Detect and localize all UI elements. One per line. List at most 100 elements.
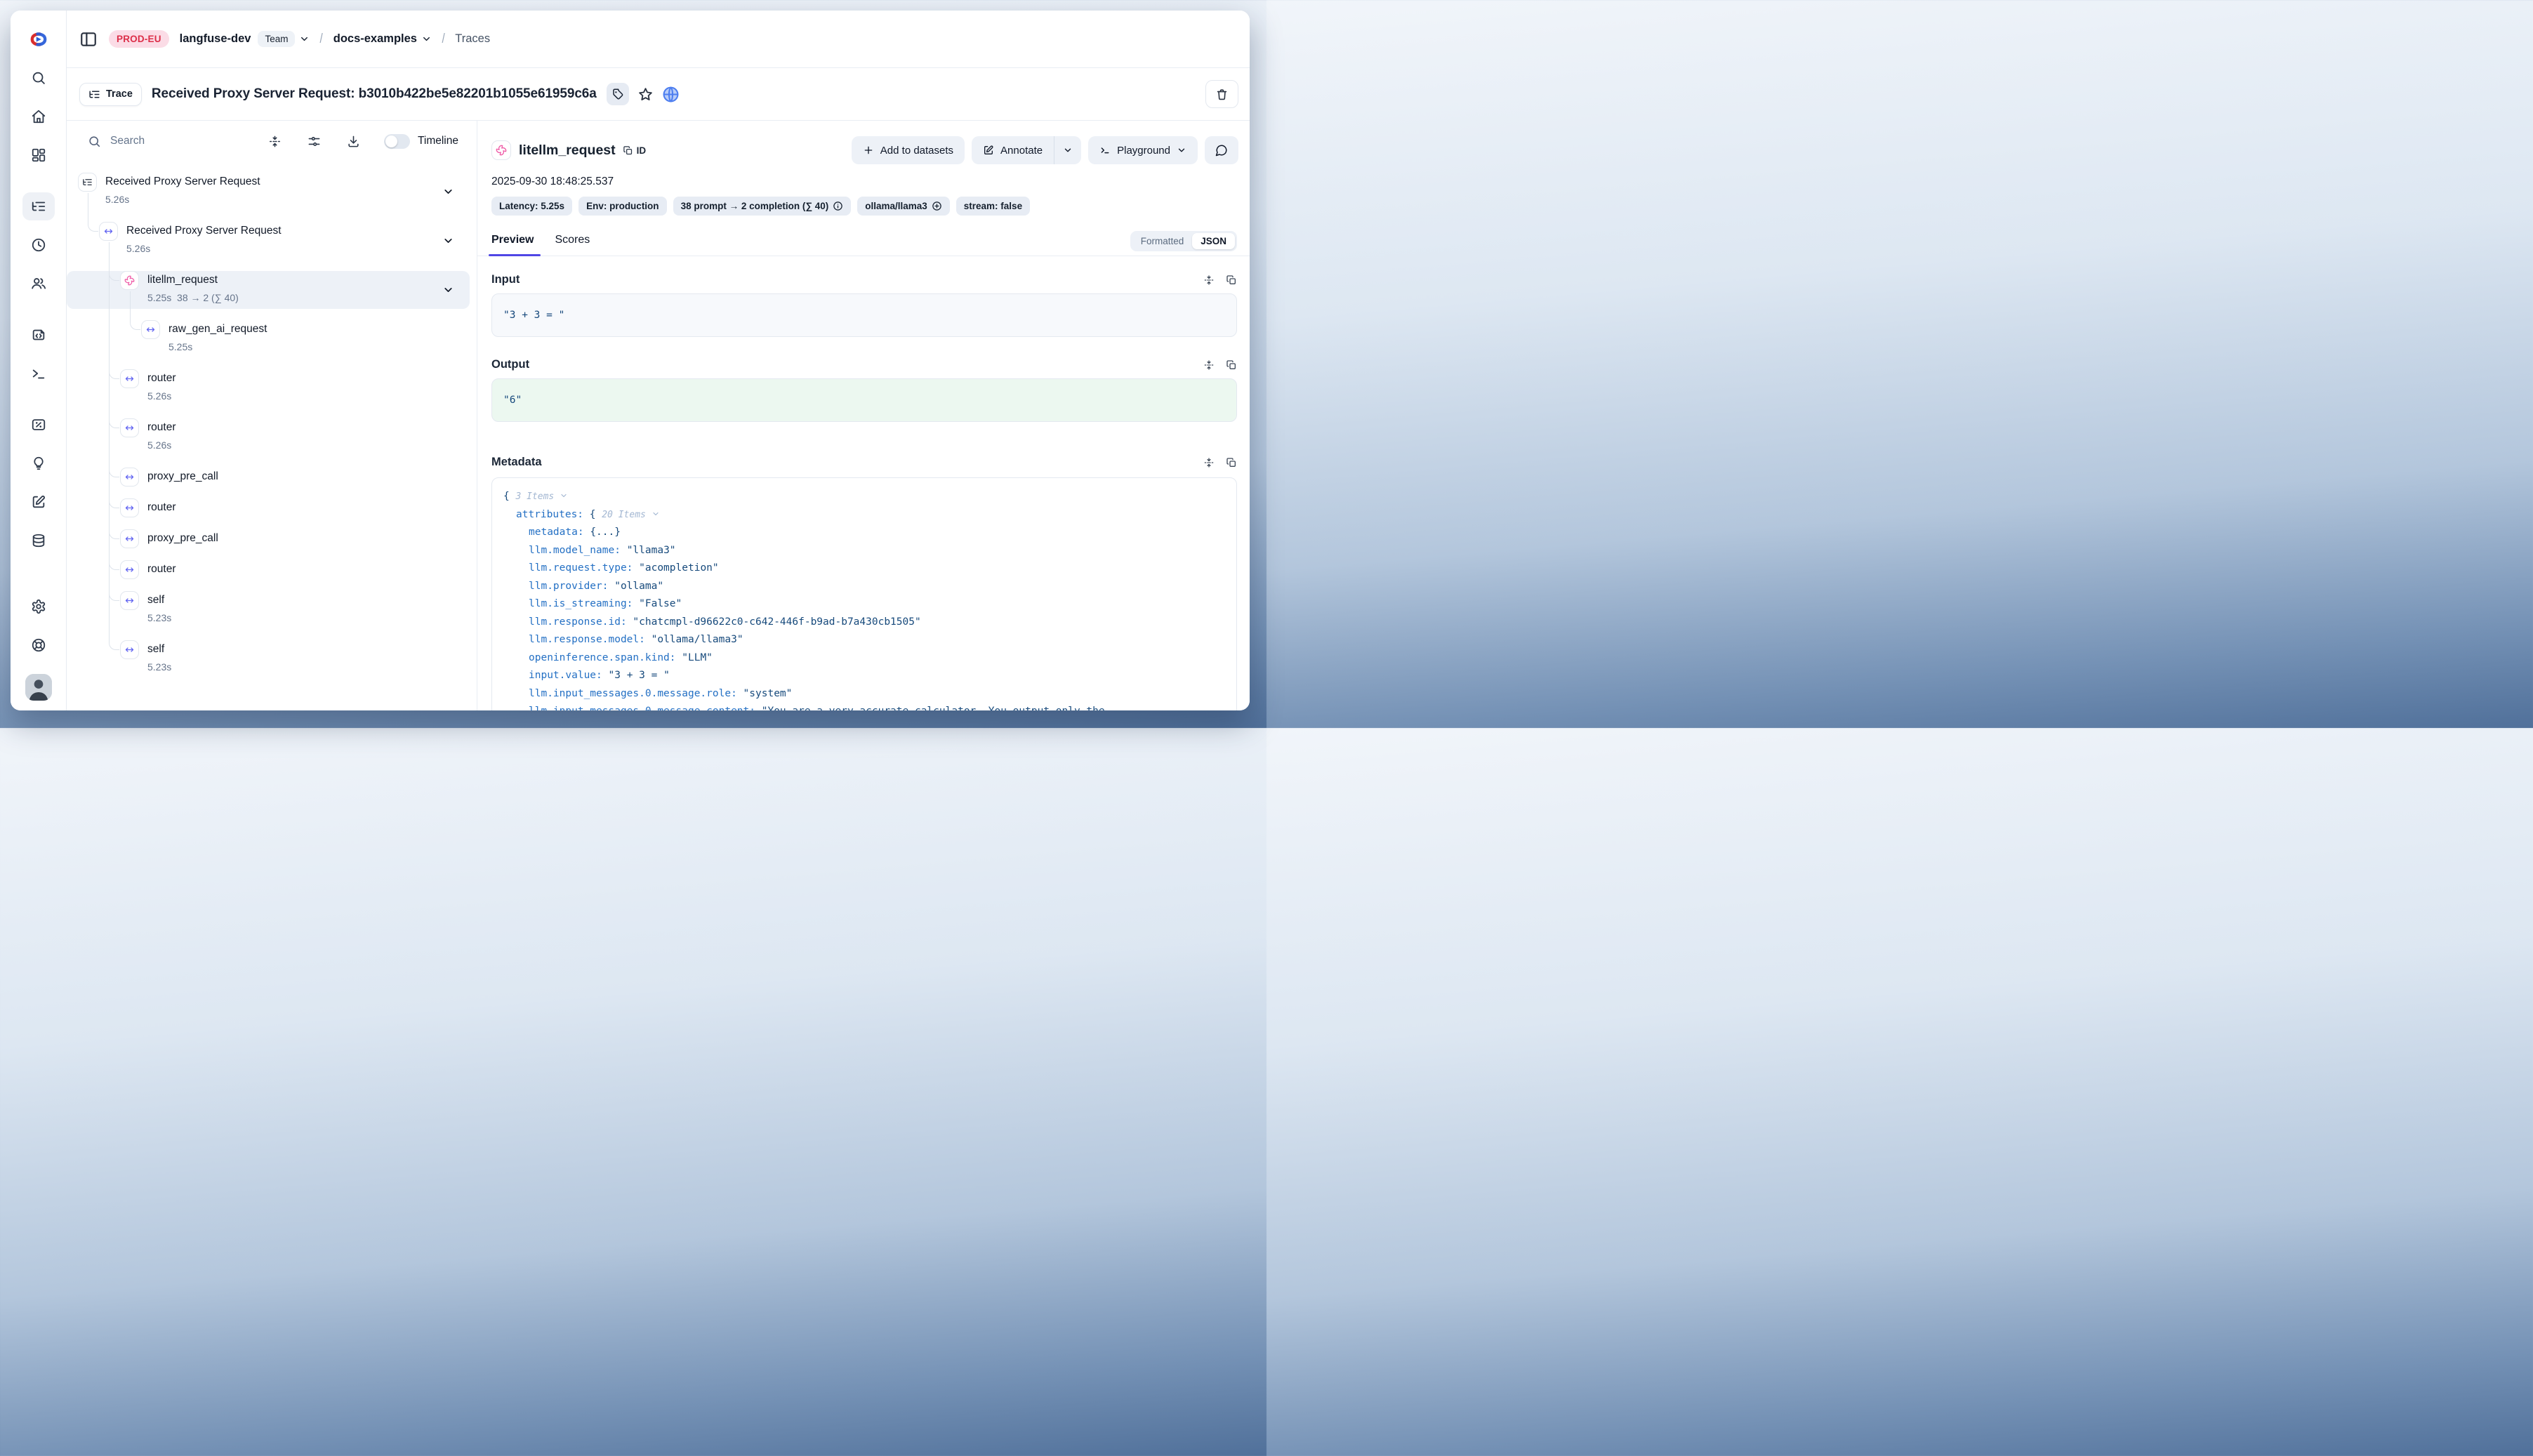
public-globe-icon[interactable] (662, 86, 680, 103)
tree-row[interactable]: router (67, 560, 470, 580)
sidebar-item-users[interactable] (22, 270, 55, 298)
span-icon-box (120, 640, 139, 659)
json-line: metadata: {...} (503, 524, 1225, 542)
observation-badge: Latency: 5.25s (491, 197, 572, 216)
tree-row[interactable]: proxy_pre_call (67, 529, 470, 549)
delete-trace-button[interactable] (1205, 80, 1238, 108)
tree-settings-icon[interactable] (307, 135, 321, 148)
chevron-down-icon[interactable] (442, 186, 454, 198)
json-collapse-toggle[interactable]: 3 Items (515, 491, 568, 502)
project-chevron-down-icon[interactable] (421, 34, 432, 44)
json-line: llm.input_messages.0.message.role: "syst… (503, 685, 1225, 703)
bookmark-star-icon[interactable] (637, 86, 654, 102)
tree-row[interactable]: Received Proxy Server Request5.26s (67, 173, 470, 211)
sidebar-item-sessions-clock[interactable] (22, 231, 55, 259)
chevron-down-icon[interactable] (442, 284, 454, 296)
breadcrumb-separator: / (320, 32, 323, 47)
tree-row[interactable]: router5.26s (67, 369, 470, 407)
json-key: openinference.span.kind: (529, 652, 682, 663)
annotate-button[interactable]: Annotate (972, 136, 1054, 164)
json-collapse-toggle[interactable]: 20 Items (602, 510, 659, 520)
span-duration: 5.26s (147, 389, 176, 403)
playground-button[interactable]: Playground (1088, 136, 1198, 164)
user-avatar[interactable] (25, 674, 52, 701)
format-option-formatted[interactable]: Formatted (1132, 233, 1193, 249)
sidebar-toggle-icon[interactable] (79, 30, 98, 48)
app-window: PROD-EU langfuse-dev Team / docs-example… (11, 11, 1250, 710)
chevron-down-icon (1177, 145, 1186, 155)
generation-icon-box (120, 271, 139, 290)
breadcrumb-project[interactable]: docs-examples (333, 32, 417, 46)
prompts-file-code-icon (31, 327, 46, 343)
comments-button[interactable] (1205, 136, 1238, 164)
tree-row[interactable]: self5.23s (67, 591, 470, 629)
tree-row[interactable]: proxy_pre_call (67, 468, 470, 487)
org-logo-icon[interactable] (29, 30, 48, 48)
tree-row[interactable]: litellm_request5.25s 38 → 2 (∑ 40) (67, 271, 470, 309)
annotate-button-group: Annotate (972, 136, 1081, 164)
org-chevron-down-icon[interactable] (299, 34, 310, 44)
json-line: llm.model_name: "llama3" (503, 542, 1225, 560)
span-duration: 5.25s (168, 340, 267, 354)
collapse-section-icon[interactable] (1203, 457, 1215, 468)
trash-icon (1215, 88, 1229, 101)
sidebar-item-dashboard[interactable] (22, 141, 55, 169)
sidebar-item-support-lifebuoy[interactable] (22, 631, 55, 659)
chevron-down-icon[interactable] (442, 235, 454, 247)
metadata-json-viewer: { 3 Items attributes: { 20 Items metadat… (491, 477, 1237, 710)
tab-scores[interactable]: Scores (555, 234, 590, 256)
json-value: "chatcmpl-d96622c0-c642-446f-b9ad-b7a430… (633, 616, 920, 628)
generation-icon-box (491, 140, 511, 160)
list-tree-icon (88, 88, 100, 100)
chat-bubble-icon (1215, 144, 1228, 157)
search-input[interactable] (110, 135, 201, 147)
sidebar-nav-top (22, 64, 55, 565)
span-duration: 5.26s (147, 438, 176, 452)
plus-circle-icon[interactable] (932, 201, 942, 211)
tree-row[interactable]: raw_gen_ai_request5.25s (67, 320, 470, 358)
collapse-all-icon[interactable] (268, 135, 282, 148)
timeline-toggle[interactable] (384, 134, 410, 149)
sidebar-item-insights-lightbulb[interactable] (22, 449, 55, 477)
tree-row[interactable]: self5.23s (67, 640, 470, 678)
input-value: "3 + 3 = " (491, 293, 1237, 337)
settings-gear-icon (31, 599, 46, 614)
span-name: router (147, 420, 176, 435)
environment-badge[interactable]: PROD-EU (109, 30, 169, 48)
trace-type-label: Trace (106, 88, 133, 100)
breadcrumb-section[interactable]: Traces (455, 32, 490, 46)
tab-preview[interactable]: Preview (491, 234, 534, 256)
sidebar-item-annotation-pen[interactable] (22, 488, 55, 516)
copy-id-chip[interactable]: ID (623, 145, 647, 156)
info-icon[interactable] (833, 201, 843, 211)
breadcrumb-org[interactable]: langfuse-dev (180, 32, 251, 46)
sidebar-item-prompts-file-code[interactable] (22, 321, 55, 349)
format-option-json[interactable]: JSON (1192, 233, 1235, 249)
json-key: attributes: (516, 509, 590, 520)
collapse-section-icon[interactable] (1203, 359, 1215, 371)
trace-type-pill[interactable]: Trace (79, 83, 142, 106)
sidebar-item-evals-percent[interactable] (22, 411, 55, 439)
sidebar-item-playground-terminal[interactable] (22, 359, 55, 388)
sidebar-item-search[interactable] (22, 64, 55, 92)
sidebar-item-home[interactable] (22, 102, 55, 131)
sidebar-item-settings-gear[interactable] (22, 593, 55, 621)
tree-row[interactable]: router 5.26s (67, 418, 470, 456)
collapse-section-icon[interactable] (1203, 274, 1215, 286)
tree-row[interactable]: Received Proxy Server Request5.26s (67, 222, 470, 260)
observation-badges: Latency: 5.25sEnv: production38 prompt →… (477, 197, 1250, 216)
copy-section-icon[interactable] (1226, 457, 1237, 468)
json-value: "llama3" (627, 545, 676, 556)
annotate-dropdown-button[interactable] (1054, 136, 1081, 164)
sidebar-item-datasets-database[interactable] (22, 527, 55, 555)
observation-badge: ollama/llama3 (857, 197, 950, 216)
tag-button[interactable] (607, 83, 629, 105)
sidebar-item-tracing[interactable] (22, 192, 55, 220)
copy-section-icon[interactable] (1226, 359, 1237, 371)
download-icon[interactable] (347, 135, 360, 148)
json-key: input.value: (529, 670, 609, 681)
tree-row[interactable]: router (67, 498, 470, 518)
json-value: "system" (743, 688, 793, 699)
copy-section-icon[interactable] (1226, 274, 1237, 286)
add-to-datasets-button[interactable]: Add to datasets (852, 136, 965, 164)
